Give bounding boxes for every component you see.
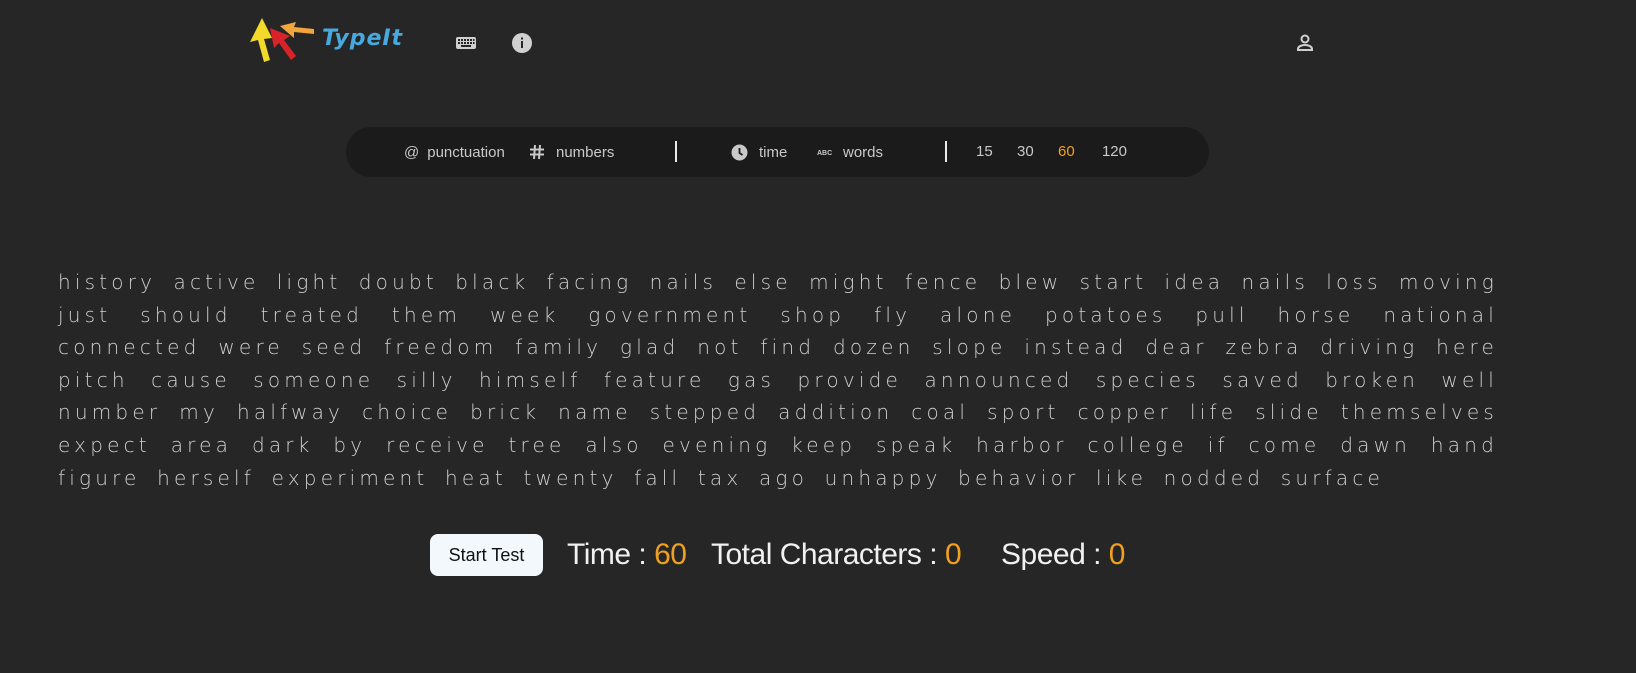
total-characters-value: 0 [944,538,962,571]
words-display[interactable]: history active light doubt black facing … [58,266,1498,494]
speed-label: Speed : [1001,538,1109,571]
numbers-label: numbers [556,143,615,161]
punctuation-toggle[interactable]: @ punctuation [404,127,505,177]
logo-text: TypeIt [322,26,404,51]
duration-30[interactable]: 30 [1017,127,1034,177]
hash-icon [530,144,544,160]
user-icon[interactable] [1293,31,1317,55]
duration-60[interactable]: 60 [1058,127,1075,177]
clock-icon [731,144,748,160]
info-icon[interactable] [510,31,534,55]
speed-value: 0 [1108,538,1126,571]
duration-15[interactable]: 15 [976,127,993,177]
speed-stat: Speed : 0 [1001,535,1125,575]
svg-text:ABC: ABC [817,150,832,157]
words-label: words [843,143,884,161]
duration-120[interactable]: 120 [1102,127,1127,177]
total-characters-stat: Total Characters : 0 [711,535,962,575]
at-sign-icon: @ [404,143,420,161]
header: TypeIt [0,0,1636,90]
start-test-button[interactable]: Start Test [430,534,543,576]
logo-arrows-icon [250,18,314,62]
keyboard-icon[interactable] [454,31,478,55]
typing-test-page: TypeIt @ punctuation numbers time ABC wo… [0,0,1636,673]
words-mode-button[interactable]: ABC words [817,127,883,177]
time-label: time [759,143,788,161]
punctuation-label: punctuation [427,143,505,161]
numbers-toggle[interactable]: numbers [529,127,614,177]
time-stat-label: Time : [567,538,655,571]
logo[interactable]: TypeIt [248,16,418,64]
time-stat: Time : 60 [567,535,687,575]
time-stat-value: 60 [654,538,687,571]
time-mode-button[interactable]: time [731,127,787,177]
abc-icon: ABC [817,150,832,157]
total-characters-label: Total Characters : [711,538,945,571]
test-config-bar: @ punctuation numbers time ABC words 15 … [346,127,1209,177]
divider [675,141,677,162]
divider [945,141,947,162]
